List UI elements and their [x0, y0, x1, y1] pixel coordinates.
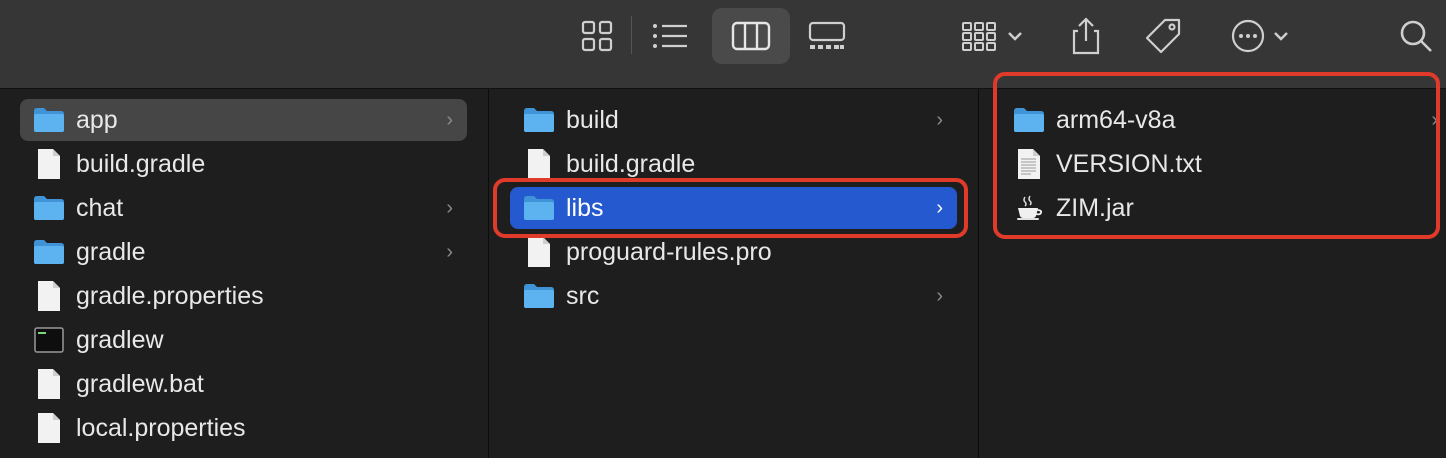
- item-name: build.gradle: [566, 149, 696, 178]
- group-by-button[interactable]: [952, 8, 1032, 64]
- column-view-button[interactable]: [712, 8, 790, 64]
- share-button[interactable]: [1062, 8, 1110, 64]
- item-name: proguard-rules.pro: [566, 237, 772, 266]
- list-item[interactable]: gradlew: [20, 319, 467, 361]
- item-name: gradle: [76, 237, 146, 266]
- gallery-view-icon: [808, 21, 846, 49]
- item-name: gradlew.bat: [76, 369, 204, 398]
- gallery-view-button[interactable]: [796, 8, 858, 64]
- list-view-button[interactable]: [638, 8, 702, 64]
- chevron-right-icon: ›: [936, 109, 943, 131]
- chevron-right-icon: ›: [446, 109, 453, 131]
- highlight-box-libs-contents: [993, 72, 1440, 239]
- item-name: build.gradle: [76, 149, 206, 178]
- folder-icon: [32, 192, 66, 224]
- item-name: app: [76, 105, 118, 134]
- list-item[interactable]: src ›: [510, 275, 957, 317]
- group-grid-icon: [962, 22, 996, 51]
- list-item[interactable]: build ›: [510, 99, 957, 141]
- document-icon: [32, 148, 66, 180]
- ellipsis-circle-icon: [1231, 19, 1265, 53]
- document-icon: [32, 368, 66, 400]
- tag-icon: [1145, 18, 1181, 54]
- document-icon: [522, 148, 556, 180]
- highlight-box-libs: [493, 178, 968, 238]
- chevron-right-icon: ›: [446, 197, 453, 219]
- list-item[interactable]: local.properties: [20, 407, 467, 449]
- list-item[interactable]: gradle ›: [20, 231, 467, 273]
- search-icon: [1400, 20, 1432, 52]
- item-name: chat: [76, 193, 124, 222]
- list-item[interactable]: build.gradle: [20, 143, 467, 185]
- folder-icon: [32, 236, 66, 268]
- folder-icon: [522, 104, 556, 136]
- list-view-icon: [653, 24, 687, 48]
- column-view-icon: [731, 21, 771, 51]
- chevron-right-icon: ›: [936, 285, 943, 307]
- folder-icon: [32, 104, 66, 136]
- column-2: build › build.gradle libs › proguard-rul…: [489, 89, 979, 458]
- icon-view-button[interactable]: [566, 8, 628, 64]
- document-icon: [522, 236, 556, 268]
- item-name: gradlew: [76, 325, 164, 354]
- search-button[interactable]: [1394, 8, 1438, 64]
- list-item[interactable]: app ›: [20, 99, 467, 141]
- more-actions-button[interactable]: [1222, 8, 1298, 64]
- list-item[interactable]: gradlew.bat: [20, 363, 467, 405]
- tag-button[interactable]: [1138, 8, 1188, 64]
- folder-icon: [522, 280, 556, 312]
- item-name: src: [566, 281, 600, 310]
- icon-view-icon: [581, 20, 613, 52]
- document-icon: [32, 280, 66, 312]
- item-name: build: [566, 105, 619, 134]
- item-name: local.properties: [76, 413, 246, 442]
- list-item[interactable]: gradle.properties: [20, 275, 467, 317]
- terminal-executable-icon: [32, 324, 66, 356]
- toolbar-separator: [631, 16, 632, 54]
- chevron-down-icon: [1274, 32, 1288, 41]
- column-1: app › build.gradle chat › gradle › gradl…: [0, 89, 489, 458]
- list-item[interactable]: chat ›: [20, 187, 467, 229]
- document-icon: [32, 412, 66, 444]
- chevron-down-icon: [1008, 32, 1022, 41]
- chevron-right-icon: ›: [446, 241, 453, 263]
- item-name: gradle.properties: [76, 281, 264, 310]
- share-icon: [1072, 17, 1100, 55]
